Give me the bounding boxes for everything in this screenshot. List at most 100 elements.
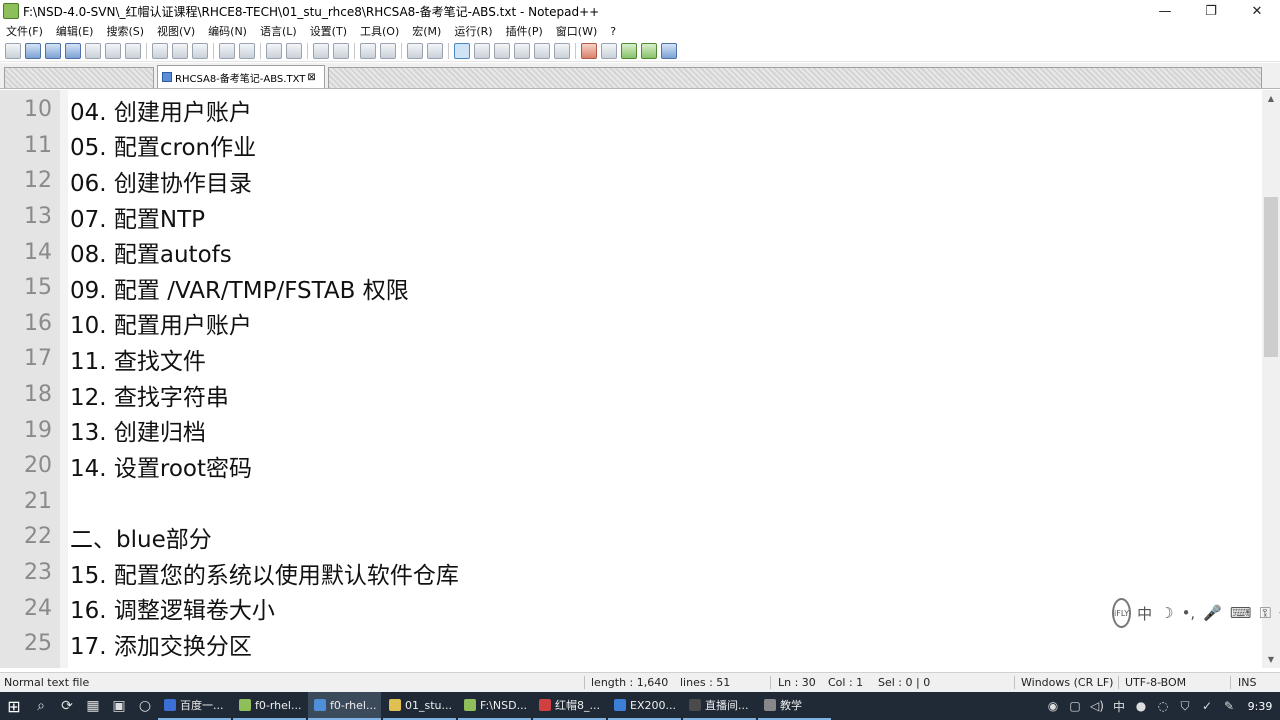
stop-macro-icon[interactable] — [601, 42, 617, 59]
tab-inactive[interactable] — [4, 67, 154, 88]
pinned-app-icon[interactable]: ▦ — [80, 692, 106, 720]
scroll-up-icon[interactable]: ▲ — [1262, 90, 1280, 107]
editor-line[interactable]: 23 15. 配置您的系统以使用默认软件仓库 — [0, 555, 1262, 591]
open-file-icon[interactable] — [25, 42, 41, 59]
taskbar-app-button[interactable]: 红帽8_... — [533, 692, 606, 720]
menu-view[interactable]: 视图(V) — [157, 23, 195, 39]
editor-line[interactable]: 14 08. 配置autofs — [0, 234, 1262, 270]
save-macro-icon[interactable] — [661, 42, 677, 59]
ime-voice-icon[interactable]: 🎤 — [1203, 604, 1222, 622]
taskbar-app-button[interactable]: f0-rhel... — [308, 692, 381, 720]
zoom-out-icon[interactable] — [333, 42, 349, 59]
cortana-icon[interactable]: ○ — [132, 692, 158, 720]
wechat-icon[interactable]: ◉ — [1042, 699, 1064, 713]
line-text[interactable]: 07. 配置NTP — [70, 200, 205, 234]
scrollbar-thumb[interactable] — [1264, 197, 1278, 357]
ime-logo[interactable]: iFLY — [1112, 598, 1132, 628]
zoom-in-icon[interactable] — [313, 42, 329, 59]
wechat-tray-icon[interactable]: ● — [1130, 699, 1152, 713]
line-text[interactable]: 17. 添加交换分区 — [70, 627, 252, 661]
taskbar-app-button[interactable]: 教学 — [758, 692, 831, 720]
replace-icon[interactable] — [286, 42, 302, 59]
ime-icon[interactable]: ✎ — [1218, 699, 1240, 713]
monitoring-icon[interactable] — [554, 42, 570, 59]
editor-line[interactable]: 20 14. 设置root密码 — [0, 448, 1262, 484]
udl-icon[interactable] — [474, 42, 490, 59]
editor-line[interactable]: 18 12. 查找字符串 — [0, 377, 1262, 413]
line-text[interactable]: 08. 配置autofs — [70, 235, 232, 269]
vertical-scrollbar[interactable]: ▲ ▼ — [1262, 90, 1280, 668]
save-all-icon[interactable] — [65, 42, 81, 59]
clock[interactable]: 9:39 — [1240, 700, 1280, 713]
taskbar-app-button[interactable]: f0-rhel... — [233, 692, 306, 720]
cut-icon[interactable] — [152, 42, 168, 59]
pinned-app-icon[interactable]: ▣ — [106, 692, 132, 720]
editor-line[interactable]: 15 09. 配置 /VAR/TMP/FSTAB 权限 — [0, 270, 1262, 306]
ime-halfwidth-icon[interactable]: ☽ — [1160, 604, 1173, 622]
editor-line[interactable]: 24 16. 调整逻辑卷大小 — [0, 590, 1262, 626]
editor-line[interactable]: 12 06. 创建协作目录 — [0, 163, 1262, 199]
taskbar-app-button[interactable]: 百度一... — [158, 692, 231, 720]
editor-line[interactable]: 13 07. 配置NTP — [0, 199, 1262, 235]
menu-run[interactable]: 运行(R) — [454, 23, 492, 39]
menu-tools[interactable]: 工具(O) — [360, 23, 399, 39]
input-icon[interactable]: ✓ — [1196, 699, 1218, 713]
status-encoding[interactable]: UTF-8-BOM — [1125, 676, 1186, 689]
line-text[interactable]: 二、blue部分 — [70, 520, 212, 554]
undo-icon[interactable] — [219, 42, 235, 59]
new-file-icon[interactable] — [5, 42, 21, 59]
volume-icon[interactable]: ◁) — [1086, 699, 1108, 713]
network-icon[interactable]: ▢ — [1064, 699, 1086, 713]
tab-active[interactable]: RHCSA8-备考笔记-ABS.TXT ⊠ — [157, 65, 325, 88]
editor-line[interactable]: 16 10. 配置用户账户 — [0, 306, 1262, 342]
line-text[interactable]: 16. 调整逻辑卷大小 — [70, 591, 275, 625]
line-text[interactable]: 04. 创建用户账户 — [70, 93, 252, 127]
word-wrap-icon[interactable] — [407, 42, 423, 59]
ime-chinese-mode[interactable]: 中 — [1137, 603, 1152, 624]
editor-line[interactable]: 19 13. 创建归档 — [0, 412, 1262, 448]
redo-icon[interactable] — [239, 42, 255, 59]
editor-line[interactable]: 25 17. 添加交换分区 — [0, 626, 1262, 662]
paste-icon[interactable] — [192, 42, 208, 59]
taskbar-app-button[interactable]: EX200... — [608, 692, 681, 720]
menu-macro[interactable]: 宏(M) — [412, 23, 441, 39]
wifi-icon[interactable]: ◌ — [1152, 699, 1174, 713]
tab-inactive[interactable] — [328, 67, 1262, 88]
minimize-button[interactable]: — — [1142, 0, 1188, 22]
ime-keyboard-icon[interactable]: ⌨ — [1230, 604, 1252, 622]
menu-edit[interactable]: 编辑(E) — [56, 23, 94, 39]
menu-encoding[interactable]: 编码(N) — [208, 23, 247, 39]
line-text[interactable]: 09. 配置 /VAR/TMP/FSTAB 权限 — [70, 271, 409, 305]
indent-guide-icon[interactable] — [454, 42, 470, 59]
close-button[interactable]: ✕ — [1234, 0, 1280, 22]
sync-vertical-icon[interactable] — [360, 42, 376, 59]
menu-window[interactable]: 窗口(W) — [556, 23, 597, 39]
editor-area[interactable]: 10 04. 创建用户账户 11 05. 配置cron作业 12 06. 创建协作目录 13… — [0, 90, 1262, 668]
copy-icon[interactable] — [172, 42, 188, 59]
print-icon[interactable] — [125, 42, 141, 59]
windows-start-icon[interactable]: ⊞ — [0, 692, 28, 720]
menu-plugins[interactable]: 插件(P) — [506, 23, 543, 39]
taskbar-app-button[interactable]: 01_stu... — [383, 692, 456, 720]
show-all-chars-icon[interactable] — [427, 42, 443, 59]
status-eol[interactable]: Windows (CR LF) — [1021, 676, 1113, 689]
line-text[interactable]: 15. 配置您的系统以使用默认软件仓库 — [70, 556, 459, 590]
shield-icon[interactable]: ⛉ — [1174, 699, 1196, 714]
folder-workspace-icon[interactable] — [534, 42, 550, 59]
line-text[interactable]: 14. 设置root密码 — [70, 449, 252, 483]
scroll-down-icon[interactable]: ▼ — [1262, 651, 1280, 668]
menu-help[interactable]: ? — [610, 25, 616, 38]
line-text[interactable]: 05. 配置cron作业 — [70, 128, 256, 162]
function-list-icon[interactable] — [514, 42, 530, 59]
line-text[interactable]: 10. 配置用户账户 — [70, 306, 252, 340]
play-macro-icon[interactable] — [621, 42, 637, 59]
line-text[interactable]: 11. 查找文件 — [70, 342, 206, 376]
menu-settings[interactable]: 设置(T) — [310, 23, 347, 39]
menu-file[interactable]: 文件(F) — [6, 23, 43, 39]
doc-map-icon[interactable] — [494, 42, 510, 59]
taskbar-app-button[interactable]: 直播间... — [683, 692, 756, 720]
editor-line[interactable]: 22 二、blue部分 — [0, 519, 1262, 555]
close-file-icon[interactable] — [85, 42, 101, 59]
search-icon[interactable]: ⌕ — [28, 692, 54, 720]
line-text[interactable]: 12. 查找字符串 — [70, 378, 229, 412]
